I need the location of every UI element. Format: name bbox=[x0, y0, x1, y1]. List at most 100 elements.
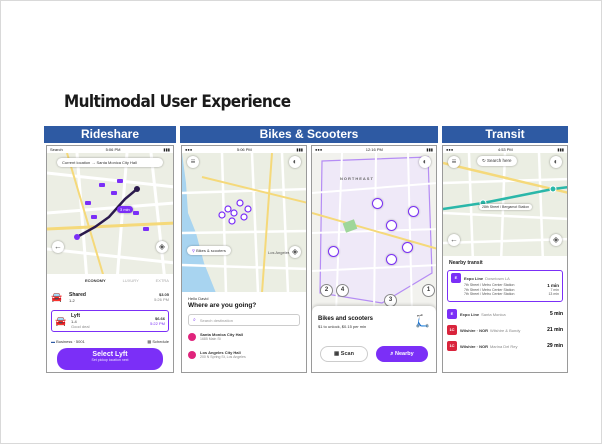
nearby-button[interactable]: ⌕ Nearby bbox=[376, 346, 428, 362]
transit-line-item[interactable]: 1C Wilshire · NOR Marina Del Rey 29 min bbox=[447, 340, 563, 352]
bike-pin-icon[interactable] bbox=[328, 246, 339, 257]
search-here-label: Search here bbox=[487, 158, 512, 163]
scan-button[interactable]: ▦ Scan bbox=[320, 346, 368, 362]
refresh-icon: ↻ bbox=[482, 158, 486, 163]
tab-extra[interactable]: EXTRA bbox=[156, 278, 169, 283]
card-icon: ▬ bbox=[51, 338, 55, 344]
bike-pin-icon[interactable] bbox=[402, 242, 413, 253]
line-name: Expo Line bbox=[460, 311, 480, 317]
ride-option-shared[interactable]: 🚘 Shared 1-2 $3.05 5:26 PM bbox=[51, 288, 169, 306]
line-name: Wilshire · NOR bbox=[460, 343, 488, 349]
select-lyft-label: Select Lyft bbox=[92, 351, 128, 358]
status-bar: ●●● 12:16 PM ▮▮▮ bbox=[312, 146, 436, 153]
ride-option-note: Good deal bbox=[71, 324, 90, 329]
bikes-map-screenshot: ●●● 12:16 PM ▮▮▮ NORTHEAST ◐ 4 2 3 1 Bik… bbox=[311, 145, 437, 373]
location-bar[interactable]: Current location → Santa Monica City Hal… bbox=[57, 158, 163, 167]
bike-scooter-icon: 🛴 bbox=[415, 314, 430, 328]
car-icon: 🚘 bbox=[55, 315, 67, 326]
bikes-card-title: Bikes and scooters bbox=[318, 316, 374, 322]
search-here-button[interactable]: ↻ Search here bbox=[477, 156, 517, 166]
slide: Multimodal User Experience Rideshare Bik… bbox=[0, 0, 602, 444]
area-label: NORTHEAST bbox=[340, 176, 374, 181]
locate-icon[interactable]: ◈ bbox=[156, 241, 168, 253]
transit-line-item[interactable]: E Expo Line Downtown LA 7th Street / Met… bbox=[447, 270, 563, 302]
section-header-rideshare: Rideshare bbox=[44, 126, 176, 143]
menu-icon[interactable]: ≡ bbox=[187, 156, 199, 168]
bike-pin-icon[interactable] bbox=[408, 206, 419, 217]
bike-pin-icon[interactable] bbox=[372, 198, 383, 209]
bike-icon: ⚲ bbox=[192, 248, 195, 253]
line-destination: Wilshire & Bundy bbox=[489, 327, 521, 333]
bike-pin-icon[interactable] bbox=[386, 220, 397, 231]
status-carrier: Search bbox=[50, 147, 63, 152]
route-badge: E bbox=[447, 309, 457, 319]
place-pin-icon bbox=[188, 332, 196, 341]
battery-icon: ▮▮▮ bbox=[296, 147, 303, 152]
status-carrier: ●●● bbox=[446, 147, 454, 152]
greeting: Hello David bbox=[188, 296, 209, 301]
payment-method[interactable]: ▬ Business · 5001 bbox=[51, 339, 85, 344]
place-address: 200 N Spring St, Los Angeles bbox=[200, 355, 246, 359]
qr-icon: ▦ bbox=[334, 351, 340, 357]
status-bar: ●●● 5:06 PM ▮▮▮ bbox=[182, 146, 306, 153]
rideshare-screenshot: Search 5:06 PM ▮▮▮ Current location → Sa… bbox=[46, 145, 174, 373]
bike-pin-icon[interactable] bbox=[386, 254, 397, 265]
profile-icon[interactable]: ◐ bbox=[289, 156, 301, 168]
back-arrow-icon[interactable]: ← bbox=[52, 241, 64, 253]
destination-sheet: Hello David Where are you going? ⌕ Searc… bbox=[182, 292, 306, 372]
select-lyft-button[interactable]: Select Lyft Set pickup location next bbox=[57, 348, 163, 370]
search-input[interactable]: ⌕ Search destination bbox=[188, 314, 300, 326]
status-carrier: ●●● bbox=[185, 147, 193, 152]
back-arrow-icon[interactable]: ← bbox=[448, 234, 460, 246]
transit-line-item[interactable]: E Expo Line Santa Monica 5 min bbox=[447, 308, 563, 320]
slide-title: Multimodal User Experience bbox=[64, 92, 291, 112]
cluster-pin[interactable]: 4 bbox=[336, 284, 349, 297]
arrival-time: 13 min bbox=[548, 292, 559, 296]
battery-icon: ▮▮▮ bbox=[426, 147, 433, 152]
schedule-label: Schedule bbox=[152, 338, 169, 344]
transit-line-item[interactable]: 1C Wilshire · NOR Wilshire & Bundy 21 min bbox=[447, 324, 563, 336]
status-time: 12:16 PM bbox=[365, 147, 383, 152]
tab-luxury[interactable]: LUXURY bbox=[123, 278, 139, 283]
place-item[interactable]: Santa Monica City Hall 1685 Main St bbox=[188, 332, 300, 341]
arrival-time: 21 min bbox=[547, 327, 563, 333]
status-time: 5:06 PM bbox=[105, 147, 121, 152]
bikes-scooters-chip[interactable]: ⚲ Bikes & scooters bbox=[187, 246, 231, 255]
menu-icon[interactable]: ≡ bbox=[448, 156, 460, 168]
schedule-button[interactable]: ▦ Schedule bbox=[147, 339, 169, 344]
payment-row: ▬ Business · 5001 ▦ Schedule bbox=[51, 337, 169, 345]
map[interactable] bbox=[47, 153, 174, 281]
status-bar: Search 5:06 PM ▮▮▮ bbox=[47, 146, 173, 153]
line-destination: Downtown LA bbox=[485, 275, 510, 281]
route-badge: 1C bbox=[447, 325, 457, 335]
cluster-pin[interactable]: 1 bbox=[422, 284, 435, 297]
cluster-pin[interactable]: 2 bbox=[320, 284, 333, 297]
tab-economy[interactable]: ECONOMY bbox=[85, 278, 106, 283]
profile-icon[interactable]: ◐ bbox=[419, 156, 431, 168]
status-bar: ●●● 4:53 PM ▮▮▮ bbox=[443, 146, 567, 153]
ride-option-time: 5:22 PM bbox=[150, 321, 165, 326]
map[interactable] bbox=[182, 153, 307, 293]
locate-icon[interactable]: ◈ bbox=[550, 234, 562, 246]
place-address: 1685 Main St bbox=[200, 337, 221, 341]
transit-sheet: Nearby transit E Expo Line Downtown LA 7… bbox=[443, 256, 567, 372]
locate-icon[interactable]: ◈ bbox=[289, 246, 301, 258]
profile-icon[interactable]: ◐ bbox=[550, 156, 562, 168]
ride-option-lyft[interactable]: 🚘 Lyft 1-4 Good deal $6.66 5:22 PM bbox=[51, 310, 169, 332]
line-destination: Santa Monica bbox=[481, 311, 506, 317]
battery-icon: ▮▮▮ bbox=[163, 147, 170, 152]
nearby-label: Nearby bbox=[394, 351, 414, 357]
status-time: 5:06 PM bbox=[236, 147, 252, 152]
bikes-card: Bikes and scooters $1 to unlock, $0.15 p… bbox=[312, 306, 436, 372]
chip-label: Bikes & scooters bbox=[196, 248, 226, 253]
line-name: Wilshire · NOR bbox=[460, 327, 488, 333]
search-icon: ⌕ bbox=[193, 317, 196, 323]
ride-options-sheet: ECONOMY LUXURY EXTRA 🚘 Shared 1-2 $3.05 … bbox=[47, 274, 173, 372]
eta-badge: 3 min bbox=[117, 206, 133, 213]
ride-option-time: 5:26 PM bbox=[154, 297, 169, 302]
route-badge: 1C bbox=[447, 341, 457, 351]
destination-prompt: Where are you going? bbox=[188, 302, 257, 309]
arrival-time: 5 min bbox=[549, 311, 563, 317]
stop-name: 7th Street / Metro Center Station bbox=[464, 292, 515, 296]
place-item[interactable]: Los Angeles City Hall 200 N Spring St, L… bbox=[188, 350, 300, 359]
